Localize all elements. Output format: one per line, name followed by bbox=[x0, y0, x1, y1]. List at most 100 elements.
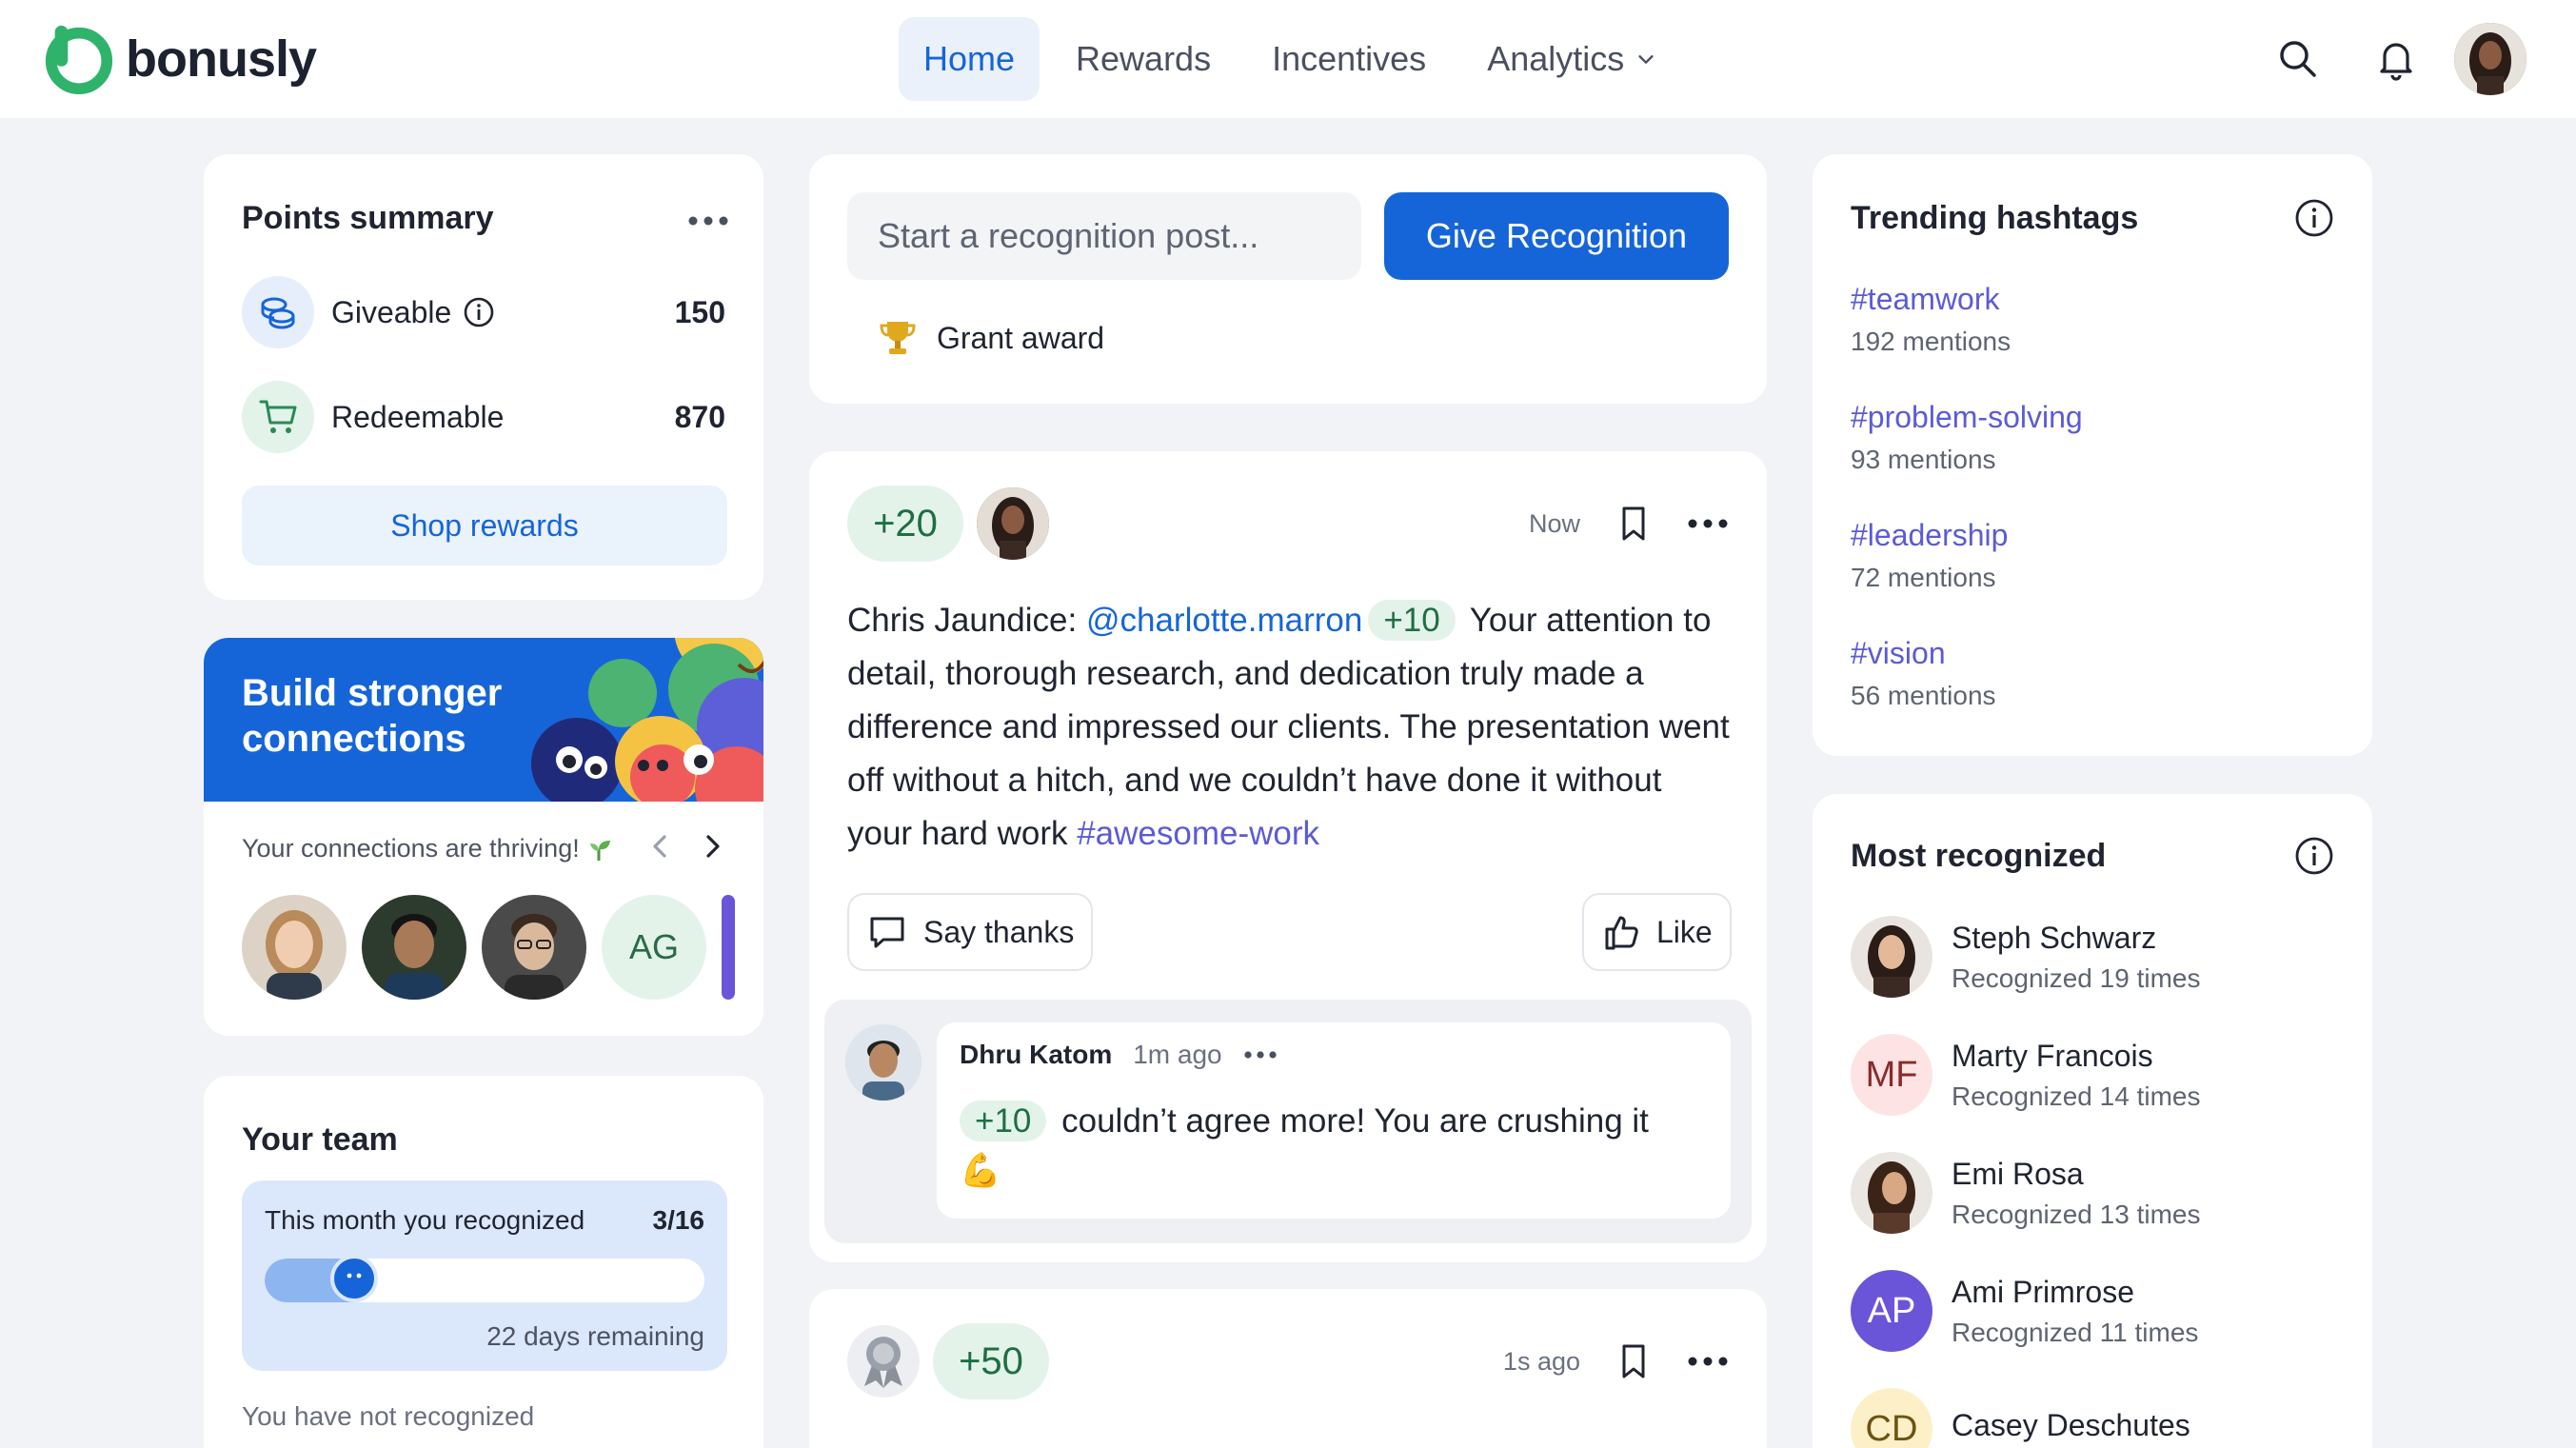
hashtag-item[interactable]: #leadership 72 mentions bbox=[1851, 518, 2008, 593]
post-author[interactable]: Chris Jaundice: bbox=[847, 602, 1077, 639]
top-navigation-bar: bonusly Home Rewards Incentives Analytic… bbox=[0, 0, 2576, 118]
recognized-person[interactable]: MF Marty Francois Recognized 14 times bbox=[1851, 1034, 2200, 1116]
connection-avatar[interactable] bbox=[482, 895, 586, 1000]
comment-avatar[interactable] bbox=[845, 1024, 921, 1101]
comment-more-icon[interactable] bbox=[1243, 1050, 1278, 1060]
connection-avatar-partial[interactable] bbox=[722, 895, 735, 1000]
nav-analytics-label: Analytics bbox=[1487, 39, 1625, 78]
trending-title: Trending hashtags bbox=[1851, 200, 2139, 236]
post-points-badge: +20 bbox=[847, 486, 963, 562]
more-options-icon[interactable] bbox=[1687, 505, 1729, 543]
comment-text: couldn’t agree more! You are crushing it bbox=[1061, 1102, 1649, 1140]
nav-analytics[interactable]: Analytics bbox=[1462, 17, 1681, 101]
chat-bubble-icon bbox=[870, 917, 904, 948]
person-name: Ami Primrose bbox=[1952, 1274, 2135, 1309]
hashtag-item[interactable]: #teamwork 192 mentions bbox=[1851, 282, 2011, 357]
nav-home[interactable]: Home bbox=[899, 17, 1040, 101]
info-icon[interactable] bbox=[2294, 836, 2334, 876]
more-options-icon[interactable] bbox=[1687, 1342, 1729, 1380]
post-hashtag[interactable]: #awesome-work bbox=[1077, 815, 1319, 852]
recognized-person[interactable]: Emi Rosa Recognized 13 times bbox=[1851, 1152, 2200, 1234]
recognized-label: This month you recognized bbox=[265, 1205, 585, 1235]
hashtag-item[interactable]: #problem-solving 93 mentions bbox=[1851, 400, 2083, 475]
hashtag-item[interactable]: #vision 56 mentions bbox=[1851, 636, 1996, 711]
post-time: Now bbox=[1528, 508, 1580, 538]
person-avatar-initials: AP bbox=[1851, 1270, 1932, 1352]
person-count: Recognized 11 times bbox=[1952, 1317, 2199, 1347]
thumbs-up-icon bbox=[1605, 916, 1638, 950]
recognized-person[interactable]: Steph Schwarz Recognized 19 times bbox=[1851, 916, 2200, 998]
bookmark-icon[interactable] bbox=[1615, 505, 1653, 543]
user-avatar[interactable] bbox=[2454, 23, 2526, 95]
person-text: Steph Schwarz Recognized 19 times bbox=[1952, 921, 2200, 994]
like-label: Like bbox=[1656, 914, 1713, 949]
recognized-person[interactable]: CD Casey Deschutes bbox=[1851, 1388, 2190, 1448]
nav-rewards[interactable]: Rewards bbox=[1051, 17, 1236, 101]
grant-award-button[interactable]: Grant award bbox=[878, 318, 1104, 358]
post2-header: +50 1s ago bbox=[847, 1323, 1729, 1399]
more-options-icon[interactable] bbox=[687, 215, 729, 227]
post2-time: 1s ago bbox=[1502, 1346, 1580, 1376]
like-button[interactable]: Like bbox=[1582, 893, 1732, 971]
comment-points: +10 bbox=[960, 1101, 1047, 1141]
connection-avatar-initials[interactable]: AG bbox=[602, 895, 706, 1000]
info-icon[interactable] bbox=[2294, 198, 2334, 238]
person-text: Emi Rosa Recognized 13 times bbox=[1952, 1157, 2200, 1230]
search-icon[interactable] bbox=[2275, 36, 2321, 82]
person-name: Emi Rosa bbox=[1952, 1156, 2084, 1191]
your-team-card: Your team This month you recognized 3/16… bbox=[204, 1076, 763, 1448]
chevron-right-icon[interactable] bbox=[701, 832, 725, 861]
person-count: Recognized 14 times bbox=[1952, 1081, 2201, 1111]
trophy-icon bbox=[880, 322, 916, 354]
flexed-biceps-emoji: 💪 bbox=[960, 1152, 1001, 1189]
redeemable-value: 870 bbox=[674, 399, 725, 434]
hashtag-count: 56 mentions bbox=[1851, 681, 1996, 710]
post-avatar[interactable] bbox=[977, 487, 1049, 560]
comment-thread: Dhru Katom 1m ago +10 couldn’t agree mor… bbox=[824, 1000, 1752, 1243]
info-icon[interactable] bbox=[463, 296, 495, 328]
person-text: Marty Francois Recognized 14 times bbox=[1952, 1039, 2200, 1112]
grant-award-label: Grant award bbox=[937, 320, 1105, 355]
say-thanks-button[interactable]: Say thanks bbox=[847, 893, 1094, 971]
chevron-down-icon bbox=[1638, 55, 1654, 64]
person-avatar-initials: MF bbox=[1851, 1034, 1932, 1116]
recognized-person[interactable]: AP Ami Primrose Recognized 11 times bbox=[1851, 1270, 2198, 1352]
most-recognized-card: Most recognized Steph Schwarz Recognized… bbox=[1813, 794, 2372, 1448]
shop-rewards-button[interactable]: Shop rewards bbox=[242, 486, 727, 565]
give-recognition-button[interactable]: Give Recognition bbox=[1384, 192, 1729, 280]
recognition-post: +20 Now Chris Jaundice: @charlotte.marro… bbox=[809, 451, 1767, 1262]
connections-title: Build stronger connections bbox=[242, 672, 503, 760]
say-thanks-label: Say thanks bbox=[923, 914, 1075, 949]
comment-bubble: Dhru Katom 1m ago +10 couldn’t agree mor… bbox=[937, 1022, 1731, 1219]
hashtag-name: #vision bbox=[1851, 636, 1946, 670]
post-mention[interactable]: @charlotte.marron bbox=[1086, 602, 1362, 639]
nav-incentives[interactable]: Incentives bbox=[1247, 17, 1451, 101]
connections-subtitle: Your connections are thriving! bbox=[242, 834, 580, 863]
bookmark-icon[interactable] bbox=[1615, 1342, 1653, 1380]
person-name: Marty Francois bbox=[1952, 1038, 2153, 1073]
comment-header: Dhru Katom 1m ago bbox=[960, 1040, 1278, 1070]
post-message: Chris Jaundice: @charlotte.marron +10 You… bbox=[847, 594, 1733, 861]
sprout-icon bbox=[589, 840, 610, 861]
emoji-characters-illustration bbox=[531, 638, 763, 802]
award-ribbon-icon bbox=[847, 1325, 920, 1398]
bonusly-logo[interactable]: bonusly bbox=[42, 23, 317, 95]
connection-avatar[interactable] bbox=[362, 895, 466, 1000]
giveable-row: Giveable 150 bbox=[242, 274, 725, 350]
cart-icon bbox=[242, 381, 314, 453]
giveable-value: 150 bbox=[674, 294, 725, 329]
giveable-label: Giveable bbox=[331, 294, 452, 329]
chevron-left-icon[interactable] bbox=[647, 832, 672, 861]
hashtag-count: 93 mentions bbox=[1851, 445, 1996, 474]
points-summary-card: Points summary Giveable 150 Redeemable 8… bbox=[204, 154, 763, 600]
hashtag-count: 192 mentions bbox=[1851, 327, 2011, 356]
comment-author[interactable]: Dhru Katom bbox=[960, 1040, 1112, 1070]
coins-icon bbox=[242, 276, 314, 348]
connections-card: Build stronger connections Your connecti… bbox=[204, 638, 763, 1036]
recognition-post-input[interactable] bbox=[847, 192, 1361, 280]
connection-avatar[interactable] bbox=[242, 895, 347, 1000]
recognition-post-2: +50 1s ago bbox=[809, 1289, 1767, 1448]
progress-face-icon bbox=[330, 1255, 378, 1302]
connections-banner: Build stronger connections bbox=[204, 638, 763, 802]
bell-icon[interactable] bbox=[2373, 36, 2419, 82]
